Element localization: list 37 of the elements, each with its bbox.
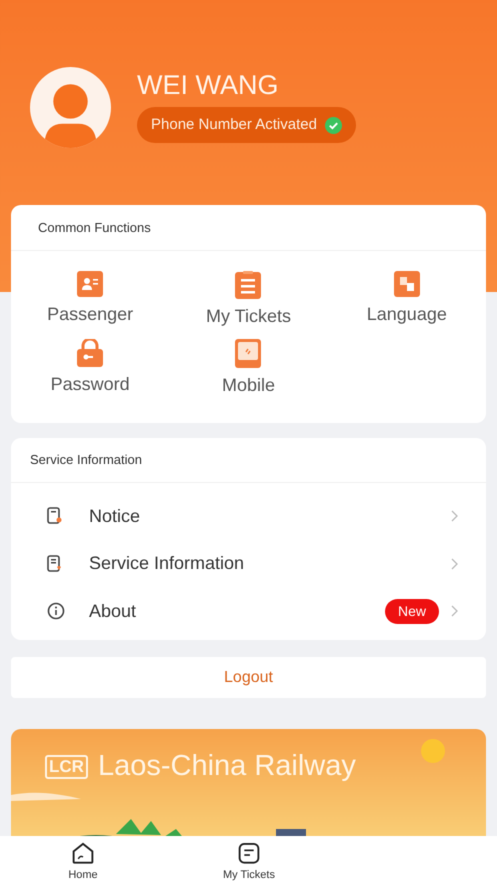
ticket-icon (237, 842, 261, 864)
info-icon (47, 602, 65, 620)
menu-label: About (89, 600, 138, 623)
document-icon (47, 554, 63, 573)
menu-item[interactable]: Service Information (11, 540, 486, 588)
avatar-icon (30, 67, 111, 148)
section-title: Service Information (11, 438, 486, 482)
nav-label: My Tickets (223, 868, 275, 882)
logo: LCR (45, 754, 88, 779)
tablet-icon (235, 338, 262, 368)
chevron-right-icon (451, 558, 458, 570)
lock-icon (77, 338, 104, 366)
user-name: WEI WANG (137, 72, 278, 99)
function-label[interactable]: Mobile (222, 374, 275, 396)
passenger-icon (77, 270, 104, 296)
menu-item[interactable]: Notice (11, 492, 486, 540)
function-label[interactable]: My Tickets (206, 304, 291, 326)
status-text: Phone Number Activated (151, 114, 317, 135)
chevron-right-icon (451, 510, 458, 522)
new-badge: New (384, 598, 439, 624)
logout-button[interactable]: Logout (11, 657, 486, 698)
document-icon (47, 507, 63, 526)
menu-label: Service Information (89, 552, 246, 576)
menu-item[interactable]: About New (11, 588, 486, 635)
function-label[interactable]: Password (50, 372, 130, 394)
home-icon (71, 842, 95, 864)
nav-label: Home (68, 868, 98, 882)
chevron-right-icon (451, 605, 458, 618)
section-title: Common Functions (11, 205, 486, 250)
nav-tab[interactable]: Home (0, 836, 166, 883)
clipboard-icon (235, 270, 262, 298)
banner-title: Laos-China Railway (98, 749, 356, 784)
translate-icon (394, 270, 420, 296)
function-label[interactable]: Language (366, 302, 447, 324)
function-label[interactable]: Passenger (47, 302, 134, 324)
menu-label: Notice (89, 504, 142, 528)
nav-tab[interactable]: My Tickets (166, 836, 332, 883)
